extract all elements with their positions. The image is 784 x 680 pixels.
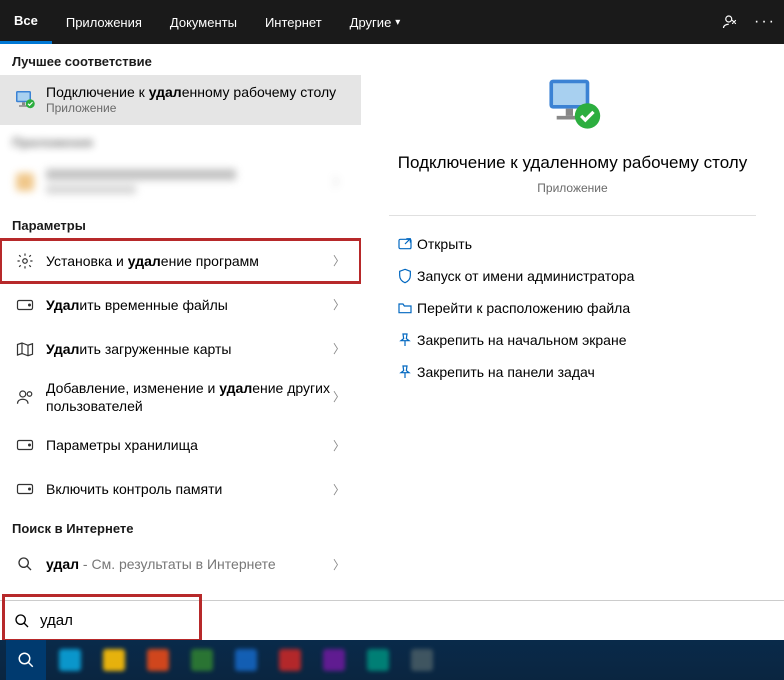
- chevron-right-icon: 〉: [333, 173, 349, 190]
- chevron-right-icon: 〉: [333, 556, 349, 573]
- divider: [389, 215, 756, 216]
- pin-icon: [393, 364, 417, 380]
- results-panel: Лучшее соответствие Подключение к удален…: [0, 44, 784, 600]
- detail-title: Подключение к удаленному рабочему столу: [398, 152, 747, 175]
- result-subtitle: Приложение: [46, 101, 349, 117]
- feedback-icon[interactable]: [722, 13, 740, 31]
- result-title: удал - См. результаты в Интернете: [46, 555, 333, 573]
- result-title: Добавление, изменение и удаление других …: [46, 379, 333, 415]
- action-label: Запуск от имени администратора: [417, 268, 634, 284]
- taskbar-search-button[interactable]: [6, 640, 46, 680]
- section-params: Параметры: [0, 208, 361, 239]
- tab-label: Приложения: [66, 15, 142, 30]
- chevron-right-icon: 〉: [333, 437, 349, 454]
- tab-label: Другие: [350, 15, 392, 30]
- chevron-right-icon: 〉: [333, 252, 349, 269]
- pin-icon: [393, 332, 417, 348]
- taskbar-item[interactable]: [50, 645, 90, 675]
- remote-desktop-icon: [12, 88, 38, 112]
- more-icon[interactable]: ···: [754, 13, 776, 31]
- result-title: Удалить загруженные карты: [46, 340, 333, 358]
- gear-icon: [12, 252, 38, 270]
- result-title: Включить контроль памяти: [46, 480, 333, 498]
- search-input[interactable]: [30, 612, 784, 629]
- result-delete-temp-files[interactable]: Удалить временные файлы 〉: [0, 283, 361, 327]
- storage-icon: [12, 438, 38, 452]
- result-title: Установка и удаление программ: [46, 252, 333, 270]
- section-best-match: Лучшее соответствие: [0, 44, 361, 75]
- result-delete-maps[interactable]: Удалить загруженные карты 〉: [0, 327, 361, 371]
- action-label: Закрепить на панели задач: [417, 364, 595, 380]
- result-manage-users[interactable]: Добавление, изменение и удаление других …: [0, 371, 361, 423]
- detail-category: Приложение: [537, 181, 607, 195]
- action-open-location[interactable]: Перейти к расположению файла: [389, 292, 756, 324]
- taskbar: [0, 640, 784, 680]
- chevron-right-icon: 〉: [333, 296, 349, 313]
- action-label: Открыть: [417, 236, 472, 252]
- taskbar-item[interactable]: [270, 645, 310, 675]
- taskbar-item[interactable]: [94, 645, 134, 675]
- search-icon: [12, 556, 38, 572]
- tab-documents[interactable]: Документы: [156, 0, 251, 44]
- map-icon: [12, 341, 38, 357]
- result-title: Параметры хранилища: [46, 436, 333, 454]
- chevron-right-icon: 〉: [333, 388, 349, 405]
- action-label: Перейти к расположению файла: [417, 300, 630, 316]
- detail-panel: Подключение к удаленному рабочему столу …: [361, 44, 784, 600]
- action-run-admin[interactable]: Запуск от имени администратора: [389, 260, 756, 292]
- taskbar-item[interactable]: [402, 645, 442, 675]
- search-box[interactable]: [0, 600, 784, 640]
- shield-icon: [393, 268, 417, 284]
- action-pin-taskbar[interactable]: Закрепить на панели задач: [389, 356, 756, 388]
- result-web-search[interactable]: удал - См. результаты в Интернете 〉: [0, 542, 361, 586]
- result-title: Удалить временные файлы: [46, 296, 333, 314]
- result-storage-settings[interactable]: Параметры хранилища 〉: [0, 423, 361, 467]
- taskbar-item[interactable]: [226, 645, 266, 675]
- taskbar-item[interactable]: [314, 645, 354, 675]
- tab-internet[interactable]: Интернет: [251, 0, 336, 44]
- tab-all[interactable]: Все: [0, 0, 52, 44]
- taskbar-item[interactable]: [138, 645, 178, 675]
- tab-label: Документы: [170, 15, 237, 30]
- tab-label: Интернет: [265, 15, 322, 30]
- result-memory-control[interactable]: Включить контроль памяти 〉: [0, 467, 361, 511]
- action-open[interactable]: Открыть: [389, 228, 756, 260]
- action-label: Закрепить на начальном экране: [417, 332, 627, 348]
- remote-desktop-large-icon: [544, 76, 602, 134]
- result-remote-desktop[interactable]: Подключение к удаленному рабочему столу …: [0, 75, 361, 125]
- users-icon: [12, 388, 38, 406]
- chevron-right-icon: 〉: [333, 340, 349, 357]
- action-pin-start[interactable]: Закрепить на начальном экране: [389, 324, 756, 356]
- tab-apps[interactable]: Приложения: [52, 0, 156, 44]
- chevron-down-icon: ▾: [395, 17, 400, 28]
- open-icon: [393, 236, 417, 252]
- section-apps: Приложения: [0, 125, 361, 156]
- taskbar-item[interactable]: [358, 645, 398, 675]
- search-icon: [14, 613, 30, 629]
- taskbar-item[interactable]: [182, 645, 222, 675]
- chevron-right-icon: 〉: [333, 481, 349, 498]
- storage-icon: [12, 298, 38, 312]
- folder-icon: [393, 300, 417, 316]
- top-tabs-bar: Все Приложения Документы Интернет Другие…: [0, 0, 784, 44]
- section-web: Поиск в Интернете: [0, 511, 361, 542]
- tab-label: Все: [14, 13, 38, 28]
- tab-other[interactable]: Другие▾: [336, 0, 415, 44]
- results-list: Лучшее соответствие Подключение к удален…: [0, 44, 361, 600]
- result-install-remove-programs[interactable]: Установка и удаление программ 〉: [0, 239, 361, 283]
- storage-icon: [12, 482, 38, 496]
- result-title: Подключение к удаленному рабочему столу: [46, 83, 349, 101]
- result-blurred-app[interactable]: 〉: [0, 156, 361, 208]
